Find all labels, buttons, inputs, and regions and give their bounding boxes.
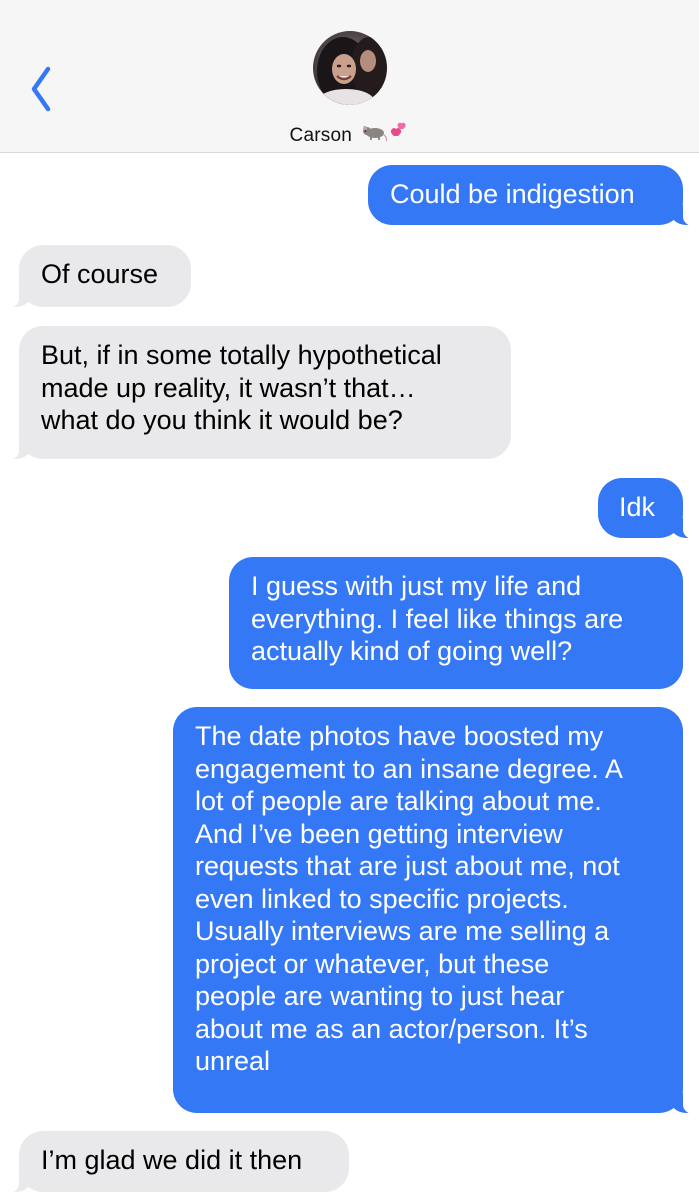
message-thread-screen: Carson Could be indigestion Of course Bu… bbox=[0, 0, 699, 1200]
message-bubble-sent[interactable]: The date photos have boosted my engageme… bbox=[173, 707, 699, 1115]
back-button[interactable] bbox=[24, 64, 60, 114]
message-bubble-sent[interactable]: I guess with just my life and everything… bbox=[229, 557, 683, 689]
message-bubble-sent[interactable]: Could be indigestion bbox=[368, 165, 699, 227]
contact-avatar[interactable] bbox=[313, 31, 387, 105]
contact-name: Carson bbox=[289, 125, 352, 146]
message-bubble-sent[interactable]: Idk bbox=[598, 478, 699, 540]
message-bubble-received[interactable]: But, if in some totally hypothetical mad… bbox=[0, 326, 511, 461]
message-bubble-received[interactable]: I’m glad we did it then bbox=[0, 1131, 349, 1194]
avatar-photo bbox=[313, 31, 387, 105]
chevron-left-icon bbox=[31, 66, 51, 112]
contact-name-row[interactable]: Carson bbox=[0, 118, 699, 150]
conversation-header: Carson bbox=[0, 0, 699, 153]
rat-and-hearts-icon bbox=[361, 118, 409, 150]
message-bubble-received[interactable]: Of course bbox=[0, 245, 191, 309]
